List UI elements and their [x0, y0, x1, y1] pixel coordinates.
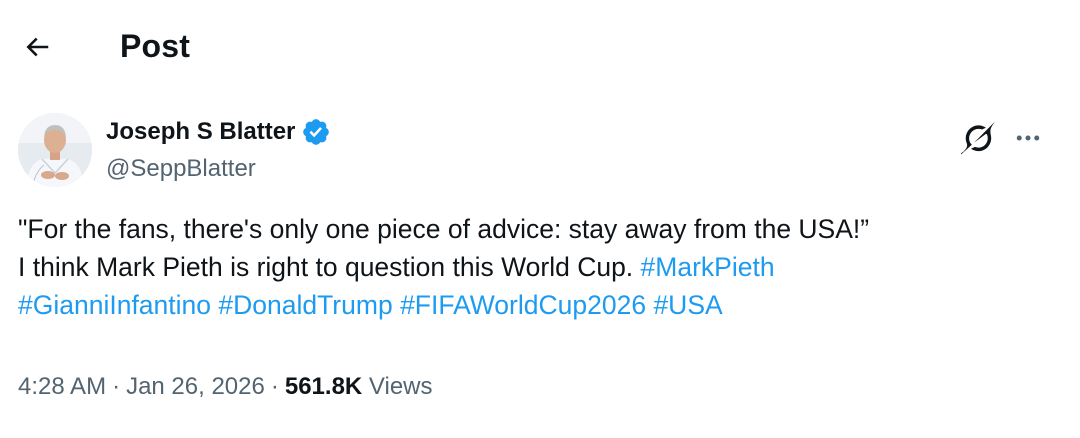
- grok-button[interactable]: [956, 116, 1000, 160]
- tweet-text: "For the fans, there's only one piece of…: [18, 210, 1058, 324]
- tweet-line-2: I think Mark Pieth is right to question …: [18, 248, 1058, 286]
- hashtag-link[interactable]: #FIFAWorldCup2026: [400, 290, 646, 320]
- more-options-button[interactable]: [1006, 116, 1050, 160]
- verified-badge-icon: [303, 119, 330, 145]
- hashtag-link[interactable]: #MarkPieth: [641, 252, 775, 282]
- hashtag-link[interactable]: #DonaldTrump: [218, 290, 392, 320]
- grok-icon: [961, 121, 995, 155]
- page-header: Post: [0, 0, 1080, 92]
- tweet-line-3: #GianniInfantino #DonaldTrump #FIFAWorld…: [18, 286, 1058, 324]
- post-time[interactable]: 4:28 AM: [18, 373, 106, 400]
- hashtag-link[interactable]: #GianniInfantino: [18, 290, 211, 320]
- post-meta: 4:28 AM · Jan 26, 2026 · 561.8K Views: [18, 370, 433, 404]
- post-page: Post Joseph S Blatter @SeppBlatter "For …: [0, 0, 1080, 438]
- author-display-name: Joseph S Blatter: [106, 118, 296, 145]
- views-count: 561.8K: [284, 373, 363, 400]
- author-handle[interactable]: @SeppBlatter: [106, 153, 256, 185]
- views-label: Views: [368, 373, 433, 400]
- meta-separator: ·: [270, 373, 279, 400]
- page-title: Post: [120, 28, 191, 64]
- author-name[interactable]: Joseph S Blatter: [106, 116, 331, 148]
- meta-separator: ·: [112, 373, 121, 400]
- post-date[interactable]: Jan 26, 2026: [126, 373, 265, 400]
- avatar[interactable]: [18, 113, 92, 187]
- arrow-left-icon: [26, 37, 49, 57]
- tweet-line-2-text: I think Mark Pieth is right to question …: [18, 252, 641, 282]
- tweet-line-1: "For the fans, there's only one piece of…: [18, 214, 870, 244]
- hashtag-link[interactable]: #USA: [653, 290, 722, 320]
- back-button[interactable]: [14, 24, 60, 70]
- avatar-image: [18, 113, 92, 187]
- more-horizontal-icon: [1016, 135, 1040, 141]
